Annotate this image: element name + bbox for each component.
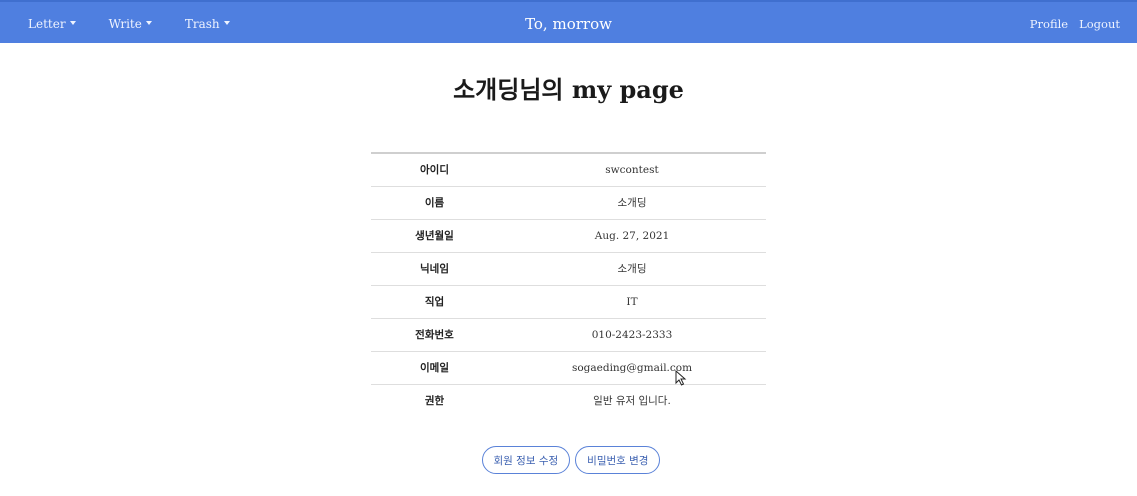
change-password-button[interactable]: 비밀번호 변경 [575,446,661,474]
field-label-nickname: 닉네임 [371,252,498,286]
field-value-job: IT [498,285,766,319]
field-label-name: 이름 [371,186,498,220]
field-value-nickname: 소개딩 [498,252,766,286]
edit-profile-button[interactable]: 회원 정보 수정 [481,446,571,474]
nav-menu-group: Letter Write Trash [28,2,263,45]
field-label-permission: 권한 [424,395,445,408]
field-value-id: swcontest [498,153,766,187]
nav-dropdown-write[interactable]: Write [109,17,152,31]
field-label-birthdate: 생년월일 [371,219,498,253]
nav-dropdown-letter[interactable]: Letter [28,17,76,31]
table-row: 닉네임 소개딩 [371,252,766,286]
profile-link[interactable]: Profile [1030,17,1068,31]
caret-down-icon [69,20,76,25]
navbar: Letter Write Trash To, morrow Profile Lo… [0,0,1137,43]
nav-user-links: Profile Logout [1019,2,1120,45]
mouse-pointer-icon [675,370,687,386]
logout-link[interactable]: Logout [1079,17,1120,31]
table-row: 전화번호 010-2423-2333 [371,318,766,352]
caret-down-icon [145,20,152,25]
field-value-name: 소개딩 [498,186,766,220]
field-value-birthdate: Aug. 27, 2021 [498,219,766,253]
field-value-permission: 일반 유저 입니다. [593,395,671,408]
page-title: 소개딩님의 my page [453,75,684,104]
nav-dropdown-label: Write [108,16,142,31]
profile-info-table: 아이디 swcontest 이름 소개딩 생년월일 Aug. 27, 2021 … [371,152,766,417]
field-value-email: sogaeding@gmail.com [498,351,766,385]
table-row: 이름 소개딩 [371,186,766,220]
field-label-id: 아이디 [371,153,498,187]
nav-dropdown-label: Trash [184,16,220,31]
field-label-email: 이메일 [371,351,498,385]
field-label-job: 직업 [371,285,498,319]
table-row: 생년월일 Aug. 27, 2021 [371,219,766,253]
field-label-phone: 전화번호 [371,318,498,352]
table-row: 직업 IT [371,285,766,319]
nav-dropdown-label: Letter [28,16,66,31]
brand-link[interactable]: To, morrow [525,15,612,33]
action-buttons: 회원 정보 수정 비밀번호 변경 [0,446,1137,474]
field-value-phone: 010-2423-2333 [498,318,766,352]
table-row: 권한 일반 유저 입니다. [371,384,766,417]
caret-down-icon [223,20,230,25]
nav-dropdown-trash[interactable]: Trash [185,17,230,31]
table-row: 이메일 sogaeding@gmail.com [371,351,766,385]
table-row: 아이디 swcontest [371,153,766,187]
